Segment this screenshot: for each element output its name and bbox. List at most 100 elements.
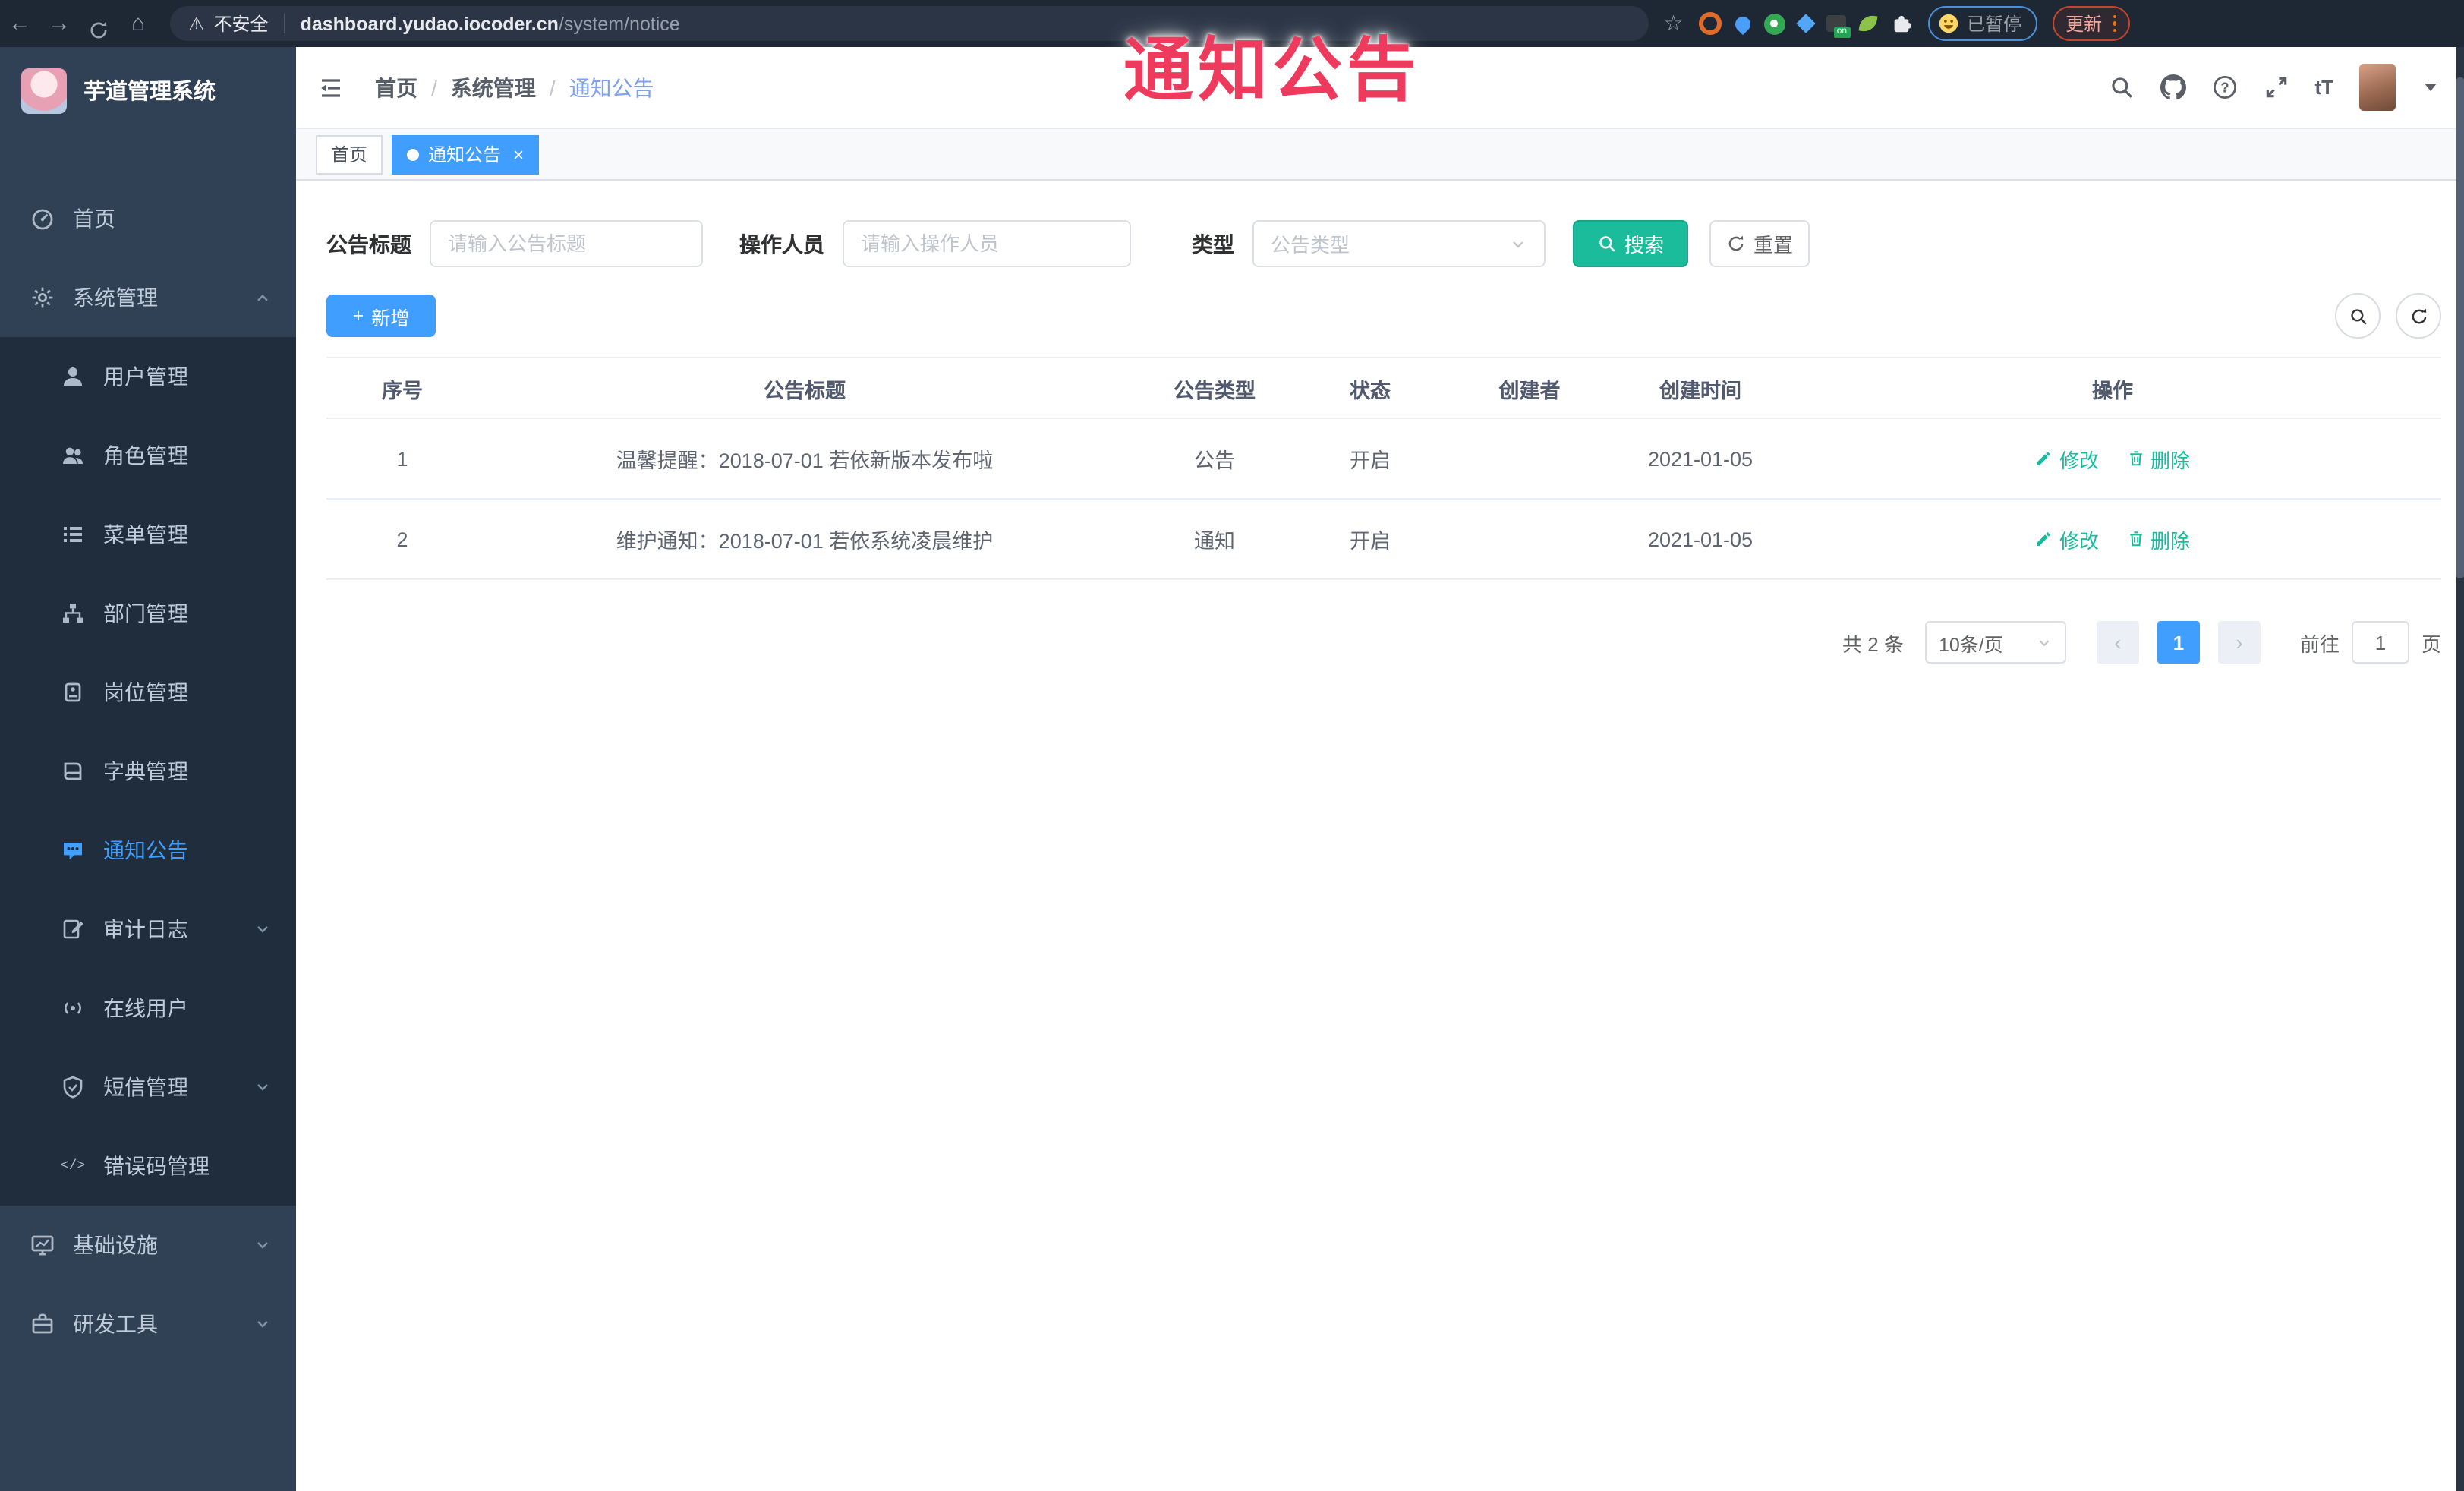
back-icon[interactable]: ← [0,0,39,47]
breadcrumb-separator: / [549,75,556,99]
reset-button[interactable]: 重置 [1709,220,1810,267]
goto-page-input[interactable] [2351,621,2409,664]
reload-icon[interactable] [79,7,118,40]
browser-update-button[interactable]: 更新 [2052,6,2131,41]
sidebar-logo-row[interactable]: 芋道管理系统 [0,47,296,134]
extension-donut-icon[interactable] [1698,12,1722,35]
scrollbar-thumb[interactable] [2456,77,2464,578]
chevron-down-icon [2036,634,2053,651]
avatar[interactable] [2359,64,2396,111]
add-button[interactable]: + 新增 [326,295,436,337]
extension-proxy-icon[interactable]: on [1826,15,1851,38]
forward-icon[interactable]: → [39,0,79,47]
search-button[interactable]: 搜索 [1573,220,1688,267]
tab-label: 首页 [331,144,368,165]
extension-icons: on [1698,12,1912,38]
sidebar-item-audit-log[interactable]: 审计日志 [0,890,296,969]
sidebar-item-home[interactable]: 首页 [0,179,296,258]
sidebar-fold-icon[interactable] [317,74,345,101]
pagination: 共 2 条 10条/页 ‹ 1 › 前往 页 [326,621,2441,664]
delete-button[interactable]: 删除 [2126,444,2190,473]
close-icon[interactable]: × [513,143,524,165]
security-label[interactable]: 不安全 [214,11,269,36]
sidebar-item-label: 研发工具 [73,1312,158,1336]
current-page-button[interactable]: 1 [2157,621,2200,664]
fullscreen-icon[interactable] [2263,74,2289,100]
title-filter-input[interactable] [430,220,703,267]
update-label: 更新 [2065,14,2103,35]
paused-label: 已暂停 [1967,14,2022,35]
sidebar-item-error-codes[interactable]: </> 错误码管理 [0,1127,296,1206]
sidebar-item-roles[interactable]: 角色管理 [0,416,296,495]
col-actions: 操作 [1784,357,2441,419]
home-icon[interactable]: ⌂ [118,0,158,47]
github-icon[interactable] [2160,74,2186,100]
delete-button[interactable]: 删除 [2126,525,2190,553]
table-toolbar: + 新增 [326,293,2441,339]
menu-kebab-icon[interactable] [2113,14,2117,33]
gear-icon [30,285,55,310]
tags-view: 首页 通知公告 × [296,129,2464,181]
breadcrumb-home[interactable]: 首页 [375,72,417,102]
breadcrumb-system[interactable]: 系统管理 [451,72,536,102]
main-area: 首页 / 系统管理 / 通知公告 ? tT 首页 通知公告 × 公告标题 请输入… [296,47,2464,1491]
chevron-down-icon [1509,235,1527,253]
help-icon[interactable]: ? [2211,74,2237,100]
sidebar-item-dev-tools[interactable]: 研发工具 [0,1285,296,1363]
scrollbar[interactable] [2456,47,2464,1491]
sidebar-item-posts[interactable]: 岗位管理 [0,653,296,732]
toolbox-icon [30,1312,55,1336]
edit-button[interactable]: 修改 [2035,444,2099,473]
type-select[interactable]: 公告类型 [1252,220,1546,267]
table-header-row: 序号 公告标题 公告类型 状态 创建者 创建时间 操作 [326,357,2441,419]
table-tools [2335,293,2441,339]
sidebar-item-sms[interactable]: 短信管理 [0,1048,296,1127]
annotation-overlay: 通知公告 [1123,30,1421,109]
search-icon[interactable] [2108,74,2134,100]
sidebar-item-label: 字典管理 [103,759,188,783]
extension-leaf-icon[interactable] [1857,14,1877,33]
extensions-puzzle-icon[interactable] [1889,12,1912,35]
sidebar-item-online-users[interactable]: 在线用户 [0,969,296,1048]
url-host[interactable]: dashboard.yudao.iocoder.cn [301,13,559,34]
caret-down-icon[interactable] [2425,84,2437,91]
sidebar-item-label: 首页 [73,206,115,231]
url-path[interactable]: /system/notice [559,13,680,34]
sidebar-item-departments[interactable]: 部门管理 [0,574,296,653]
plus-icon: + [352,305,364,326]
page-size-value: 10条/页 [1938,634,2003,655]
edit-button[interactable]: 修改 [2035,525,2099,553]
tab-notice[interactable]: 通知公告 × [392,134,540,174]
sidebar-menu: 首页 系统管理 用户管理 角色管理 菜单管理 部门管理 岗位管理 字典管理 通知… [0,134,296,1363]
page-size-select[interactable]: 10条/页 [1924,621,2066,664]
toggle-search-button[interactable] [2335,293,2381,339]
cell-created: 2021-01-05 [1617,418,1784,500]
profile-paused-pill[interactable]: 已暂停 [1927,6,2037,41]
sidebar-item-menus[interactable]: 菜单管理 [0,495,296,574]
sitemap-icon [61,601,85,626]
operator-filter-label: 操作人员 [739,232,824,256]
log-icon [61,917,85,941]
app-logo [21,68,67,113]
sidebar-item-system[interactable]: 系统管理 [0,258,296,337]
sidebar-item-notice[interactable]: 通知公告 [0,811,296,890]
search-icon [1599,236,1615,252]
refresh-table-button[interactable] [2396,293,2441,339]
bookmark-star-icon[interactable]: ☆ [1664,11,1683,36]
extension-pin-icon[interactable] [1731,12,1753,35]
sidebar-item-infrastructure[interactable]: 基础设施 [0,1206,296,1285]
cell-creator [1442,418,1617,500]
next-page-button[interactable]: › [2217,621,2261,664]
sidebar-item-dictionary[interactable]: 字典管理 [0,732,296,811]
extension-gem-icon[interactable] [1795,14,1815,33]
sidebar-item-users[interactable]: 用户管理 [0,337,296,416]
extension-green-icon[interactable] [1763,13,1785,34]
sidebar-item-label: 审计日志 [103,917,188,941]
operator-filter-input[interactable] [843,220,1131,267]
browser-address-bar[interactable]: ⚠ 不安全 dashboard.yudao.iocoder.cn/system/… [170,6,1649,41]
tab-home[interactable]: 首页 [316,134,383,174]
font-size-icon[interactable]: tT [2314,76,2333,99]
table-row: 1 温馨提醒：2018-07-01 若依新版本发布啦 公告 开启 2021-01… [326,418,2441,500]
chevron-down-icon [254,1078,272,1096]
prev-page-button[interactable]: ‹ [2096,621,2139,664]
